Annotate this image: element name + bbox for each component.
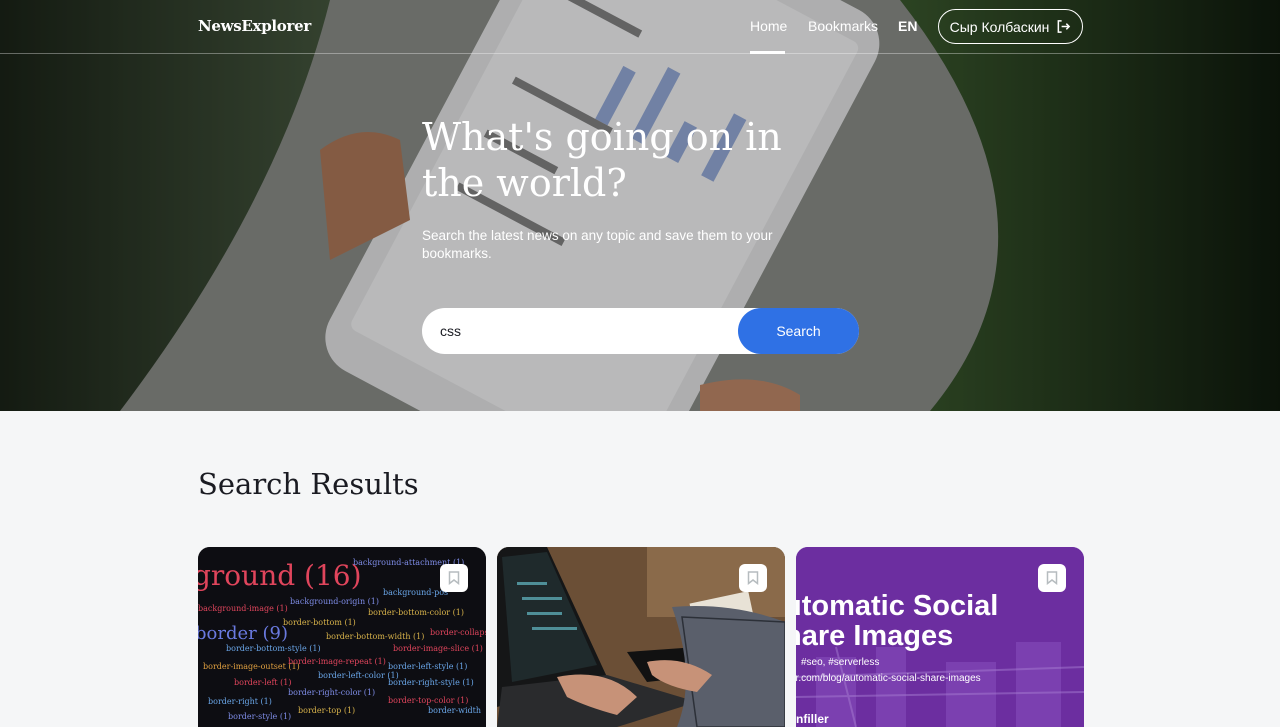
svg-text:border-bottom-color (1): border-bottom-color (1) xyxy=(368,608,464,617)
user-logout-button[interactable]: Сыр Колбаскин xyxy=(938,9,1083,44)
svg-text:utomatic Social: utomatic Social xyxy=(796,590,998,622)
svg-text:background-origin (1): background-origin (1) xyxy=(290,597,379,606)
svg-text:border-right (1): border-right (1) xyxy=(208,697,272,706)
svg-text:er.com/blog/automatic-social-s: er.com/blog/automatic-social-share-image… xyxy=(796,673,981,684)
search-button[interactable]: Search xyxy=(738,308,859,354)
svg-text:border-left-color (1): border-left-color (1) xyxy=(318,671,399,680)
active-nav-underline xyxy=(750,51,785,54)
search-results-title: Search Results xyxy=(198,467,419,501)
svg-text:border-bottom-style (1): border-bottom-style (1) xyxy=(226,644,321,653)
svg-text:border-left-style (1): border-left-style (1) xyxy=(388,662,467,671)
hero-subtitle: Search the latest news on any topic and … xyxy=(422,228,773,261)
svg-text:border-image-repeat (1): border-image-repeat (1) xyxy=(288,657,386,666)
bookmark-button[interactable] xyxy=(440,564,468,592)
svg-text:border-right-style (1): border-right-style (1) xyxy=(388,678,474,687)
language-switch[interactable]: EN xyxy=(898,18,917,34)
user-name: Сыр Колбаскин xyxy=(949,18,1050,35)
hero-title: What's going on in the world? xyxy=(422,115,782,205)
svg-text:border-right-color (1): border-right-color (1) xyxy=(288,688,375,697)
logout-icon xyxy=(1056,19,1071,34)
svg-text:border-image-outset (1): border-image-outset (1) xyxy=(203,662,300,671)
svg-text:border-left (1): border-left (1) xyxy=(234,678,292,687)
svg-text:border-collapse: border-collapse xyxy=(430,628,486,637)
svg-text:ground (16): ground (16) xyxy=(198,559,362,592)
svg-text:border (9): border (9) xyxy=(198,623,288,644)
svg-text:border-bottom (1): border-bottom (1) xyxy=(283,618,356,627)
logo[interactable]: NewsExplorer xyxy=(198,17,311,35)
nav-home-link[interactable]: Home xyxy=(750,18,787,34)
bookmark-button[interactable] xyxy=(739,564,767,592)
svg-text:border-top-color (1): border-top-color (1) xyxy=(388,696,468,705)
svg-text:#seo, #serverless: #seo, #serverless xyxy=(801,657,879,668)
bookmark-icon xyxy=(1046,571,1058,585)
svg-text:border-top (1): border-top (1) xyxy=(298,706,355,715)
svg-text:hare Images: hare Images xyxy=(796,620,953,652)
svg-text:background-pos: background-pos xyxy=(383,588,448,597)
svg-text:border-bottom-width (1): border-bottom-width (1) xyxy=(326,632,424,641)
search-input[interactable] xyxy=(440,320,730,342)
site-header: NewsExplorer Home Bookmarks EN Сыр Колба… xyxy=(0,0,1280,54)
svg-text:border-image-slice (1): border-image-slice (1) xyxy=(393,644,483,653)
news-card[interactable] xyxy=(497,547,785,727)
news-card[interactable]: ground (16) border (9) background-attach… xyxy=(198,547,486,727)
svg-text:background-image (1): background-image (1) xyxy=(198,604,288,613)
nav-bookmarks-link[interactable]: Bookmarks xyxy=(808,18,878,34)
svg-text:nfiller: nfiller xyxy=(796,712,829,726)
bookmark-icon xyxy=(747,571,759,585)
news-card[interactable]: utomatic Social hare Images #seo, #serve… xyxy=(796,547,1084,727)
bookmark-button[interactable] xyxy=(1038,564,1066,592)
bookmark-icon xyxy=(448,571,460,585)
svg-text:border-width: border-width xyxy=(428,706,481,715)
hero-section: NewsExplorer Home Bookmarks EN Сыр Колба… xyxy=(0,0,1280,411)
